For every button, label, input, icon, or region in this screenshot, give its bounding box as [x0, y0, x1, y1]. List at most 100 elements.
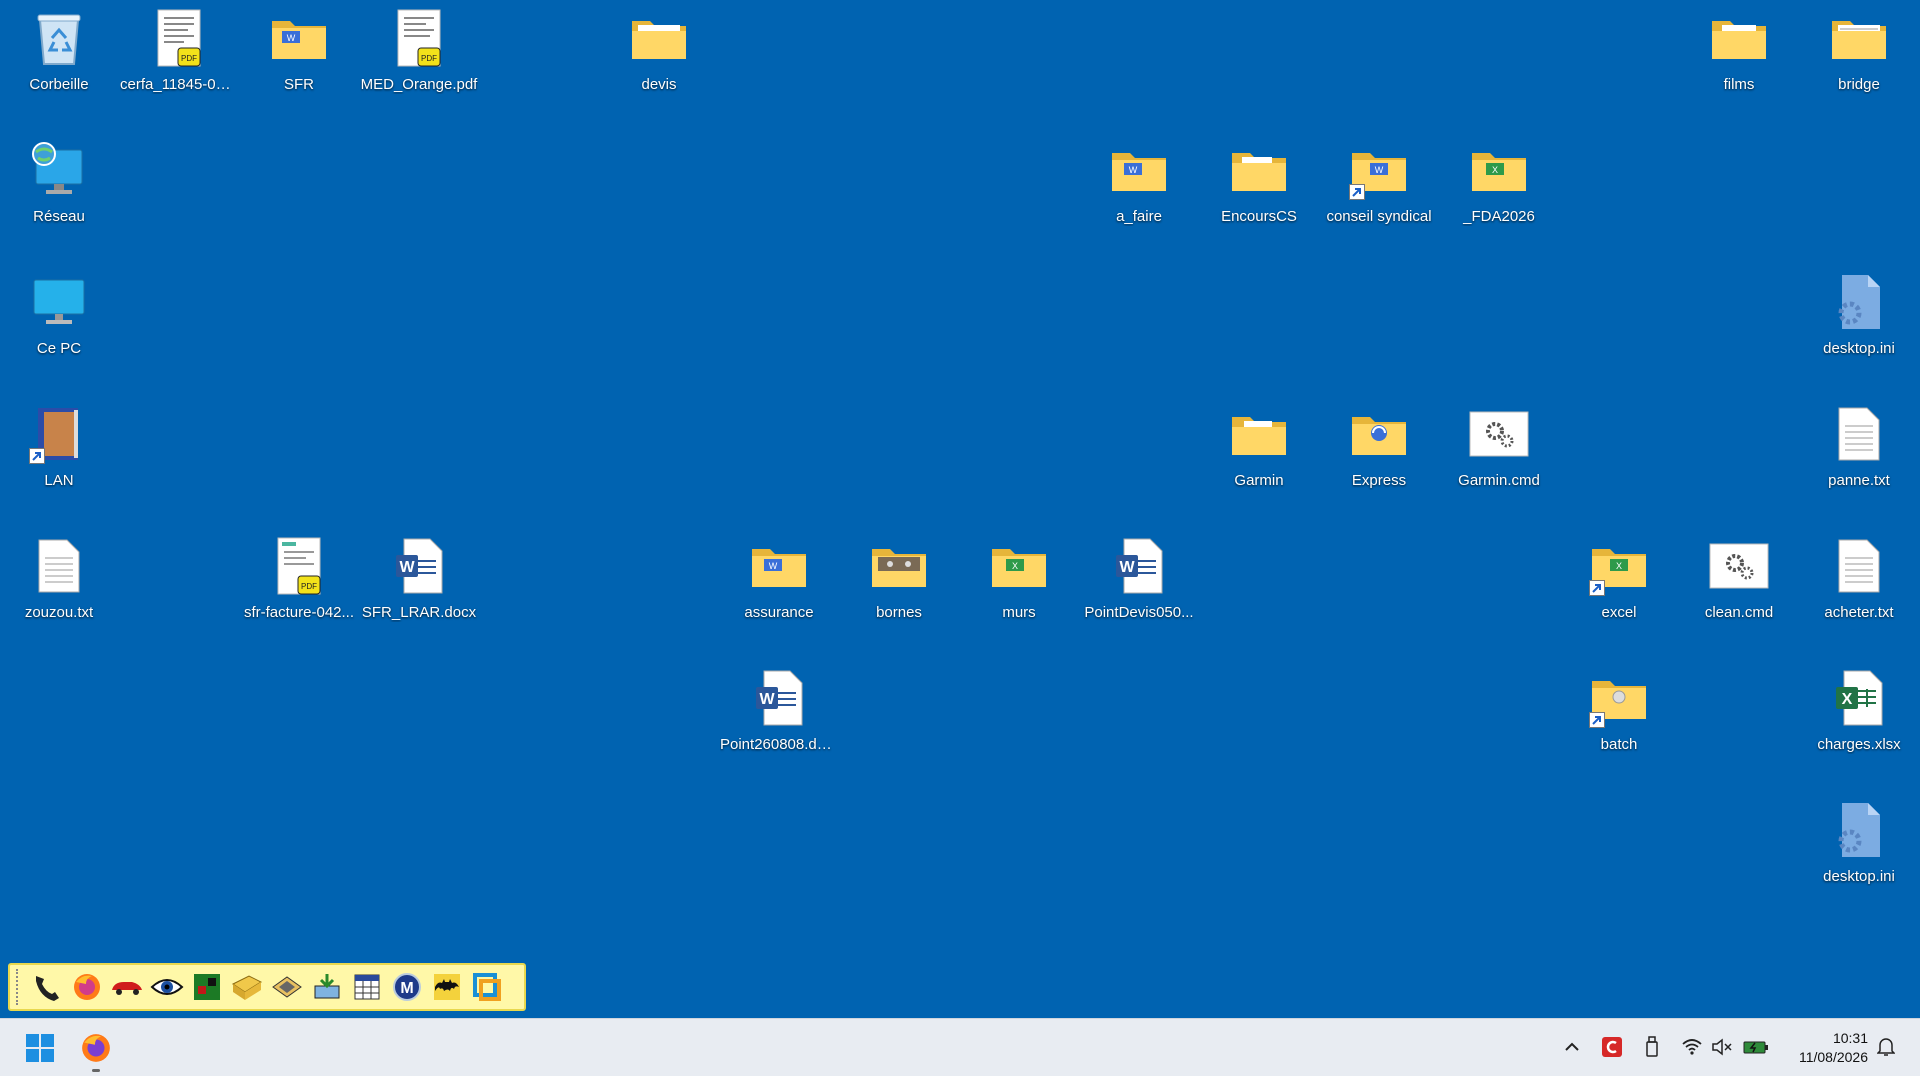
phone-tool-icon[interactable]: [28, 968, 66, 1006]
network-icon: [27, 138, 91, 202]
desktop-icon-garmin[interactable]: Garmin: [1200, 400, 1318, 520]
desktop-icon-assurance[interactable]: W assurance: [720, 532, 838, 652]
taskbar: 10:31 11/08/2026: [0, 1018, 1920, 1076]
desktop-icon-films[interactable]: films: [1680, 4, 1798, 124]
svg-text:X: X: [1012, 561, 1018, 571]
clock-date: 11/08/2026: [1798, 1049, 1868, 1065]
desktop-icon-cerfa[interactable]: PDF cerfa_11845-03....: [120, 4, 238, 124]
desktop-icon-excel[interactable]: X excel: [1560, 532, 1678, 652]
desktop-icon-sfr-lrar[interactable]: W SFR_LRAR.docx: [360, 532, 478, 652]
shortcut-arrow-icon: [1349, 184, 1365, 200]
svg-text:X: X: [1842, 691, 1853, 708]
desktop-icon-ce-pc[interactable]: Ce PC: [0, 268, 118, 388]
book-shortcut-icon: [27, 402, 91, 466]
wifi-tray[interactable]: [1678, 1033, 1706, 1061]
desktop-icon-bornes[interactable]: bornes: [840, 532, 958, 652]
eye-icon[interactable]: [148, 968, 186, 1006]
taskbar-firefox-button[interactable]: [74, 1026, 118, 1070]
m-circle-icon[interactable]: M: [388, 968, 426, 1006]
clock-time: 10:31: [1832, 1030, 1868, 1046]
desktop-icon-reseau[interactable]: Réseau: [0, 136, 118, 256]
desktop-icon-panne-txt[interactable]: panne.txt: [1800, 400, 1918, 520]
folder-shortcut-icon: W: [1347, 138, 1411, 202]
virtual-box-icon[interactable]: [468, 968, 506, 1006]
usb-device-icon: [1646, 1036, 1658, 1057]
volume-tray[interactable]: [1708, 1033, 1736, 1061]
desktop-icon-label: SFR: [284, 76, 314, 93]
desktop-icon-label: films: [1723, 76, 1755, 93]
quick-launch-bar: M: [8, 963, 526, 1011]
pdf-document-icon: PDF: [267, 534, 331, 598]
folder-shortcut-icon: X: [1587, 534, 1651, 598]
desktop-icon-label: Ce PC: [36, 340, 82, 357]
desktop-icon-acheter-txt[interactable]: acheter.txt: [1800, 532, 1918, 652]
desktop-icon-desktop-ini-1[interactable]: desktop.ini: [1800, 268, 1918, 388]
desktop-icon-label: Garmin: [1234, 472, 1284, 489]
desktop-icon-clean-cmd[interactable]: clean.cmd: [1680, 532, 1798, 652]
shortcut-arrow-icon: [1589, 580, 1605, 596]
desktop-icon-bridge[interactable]: bridge: [1800, 4, 1918, 124]
desktop-icon-med-orange[interactable]: PDF MED_Orange.pdf: [360, 4, 478, 124]
desktop-icon-label: desktop.ini: [1823, 868, 1895, 885]
desktop-icon-label: zouzou.txt: [24, 604, 94, 621]
desktop-icon-label: charges.xlsx: [1817, 736, 1901, 753]
text-file-icon: [27, 534, 91, 598]
desktop-icon-batch[interactable]: batch: [1560, 664, 1678, 784]
svg-text:W: W: [769, 561, 778, 571]
taskbar-clock[interactable]: 10:31 11/08/2026: [1799, 1029, 1868, 1067]
desktop-icon-murs[interactable]: X murs: [960, 532, 1078, 652]
desktop-icon-label: Express: [1351, 472, 1407, 489]
desktop-icon-devis[interactable]: devis: [600, 4, 718, 124]
battery-charging-icon: [1743, 1041, 1768, 1054]
firefox-icon[interactable]: [68, 968, 106, 1006]
desktop-icon-a-faire[interactable]: W a_faire: [1080, 136, 1198, 256]
desktop-icon-encourscs[interactable]: EncoursCS: [1200, 136, 1318, 256]
scanner-icon[interactable]: [228, 968, 266, 1006]
install-icon[interactable]: [308, 968, 346, 1006]
batman-icon[interactable]: [428, 968, 466, 1006]
desktop-icon-charges-xlsx[interactable]: X charges.xlsx: [1800, 664, 1918, 784]
text-file-icon: [1827, 402, 1891, 466]
shortcut-arrow-icon: [29, 448, 45, 464]
notification-center-button[interactable]: [1872, 1033, 1900, 1061]
notification-icon: [1877, 1038, 1895, 1056]
pdf-document-icon: PDF: [147, 6, 211, 70]
show-hidden-icons-button[interactable]: [1558, 1033, 1586, 1061]
desktop-icon-sfr-facture[interactable]: PDF sfr-facture-042...: [240, 532, 358, 652]
desktop-icon-label: clean.cmd: [1704, 604, 1774, 621]
usb-device-tray[interactable]: [1638, 1033, 1666, 1061]
red-c-app-icon: [1602, 1037, 1622, 1057]
desktop-icon-corbeille[interactable]: Corbeille: [0, 4, 118, 124]
battery-tray[interactable]: [1742, 1033, 1770, 1061]
folder-icon: W: [747, 534, 811, 598]
start-button[interactable]: [18, 1026, 62, 1070]
desktop-icon-label: devis: [641, 76, 677, 93]
red-c-app-tray[interactable]: [1598, 1033, 1626, 1061]
desktop-icon-express[interactable]: Express: [1320, 400, 1438, 520]
running-indicator: [92, 1069, 100, 1072]
desktop-icon-lan[interactable]: LAN: [0, 400, 118, 520]
settings-file-icon: [1827, 798, 1891, 862]
desktop-icon-sfr[interactable]: W SFR: [240, 4, 358, 124]
desktop-icon-pointdevis[interactable]: W PointDevis050...: [1080, 532, 1198, 652]
folder-icon: [1347, 402, 1411, 466]
muted-speaker-icon: [1712, 1038, 1732, 1056]
calculator-icon[interactable]: [348, 968, 386, 1006]
desktop-icon-garmin-cmd[interactable]: Garmin.cmd: [1440, 400, 1558, 520]
desktop-icon-conseil-syndical[interactable]: W conseil syndical: [1320, 136, 1438, 256]
folder-icon: [867, 534, 931, 598]
desktop-icon-label: SFR_LRAR.docx: [361, 604, 477, 621]
green-game-icon[interactable]: [188, 968, 226, 1006]
svg-text:W: W: [759, 691, 775, 708]
desktop-icon-label: conseil syndical: [1326, 208, 1432, 225]
desktop-icon-zouzou-txt[interactable]: zouzou.txt: [0, 532, 118, 652]
desktop-icon-label: Point260808.docx: [720, 736, 838, 753]
toolbar-grip[interactable]: [16, 969, 20, 1005]
desktop-icon-fda2026[interactable]: X _FDA2026: [1440, 136, 1558, 256]
desktop-icon-desktop-ini-2[interactable]: desktop.ini: [1800, 796, 1918, 916]
red-car-icon[interactable]: [108, 968, 146, 1006]
folder-icon: [1227, 402, 1291, 466]
chip-tool-icon[interactable]: [268, 968, 306, 1006]
desktop-icon-point260808[interactable]: W Point260808.docx: [720, 664, 838, 784]
desktop-icon-label: sfr-facture-042...: [243, 604, 355, 621]
